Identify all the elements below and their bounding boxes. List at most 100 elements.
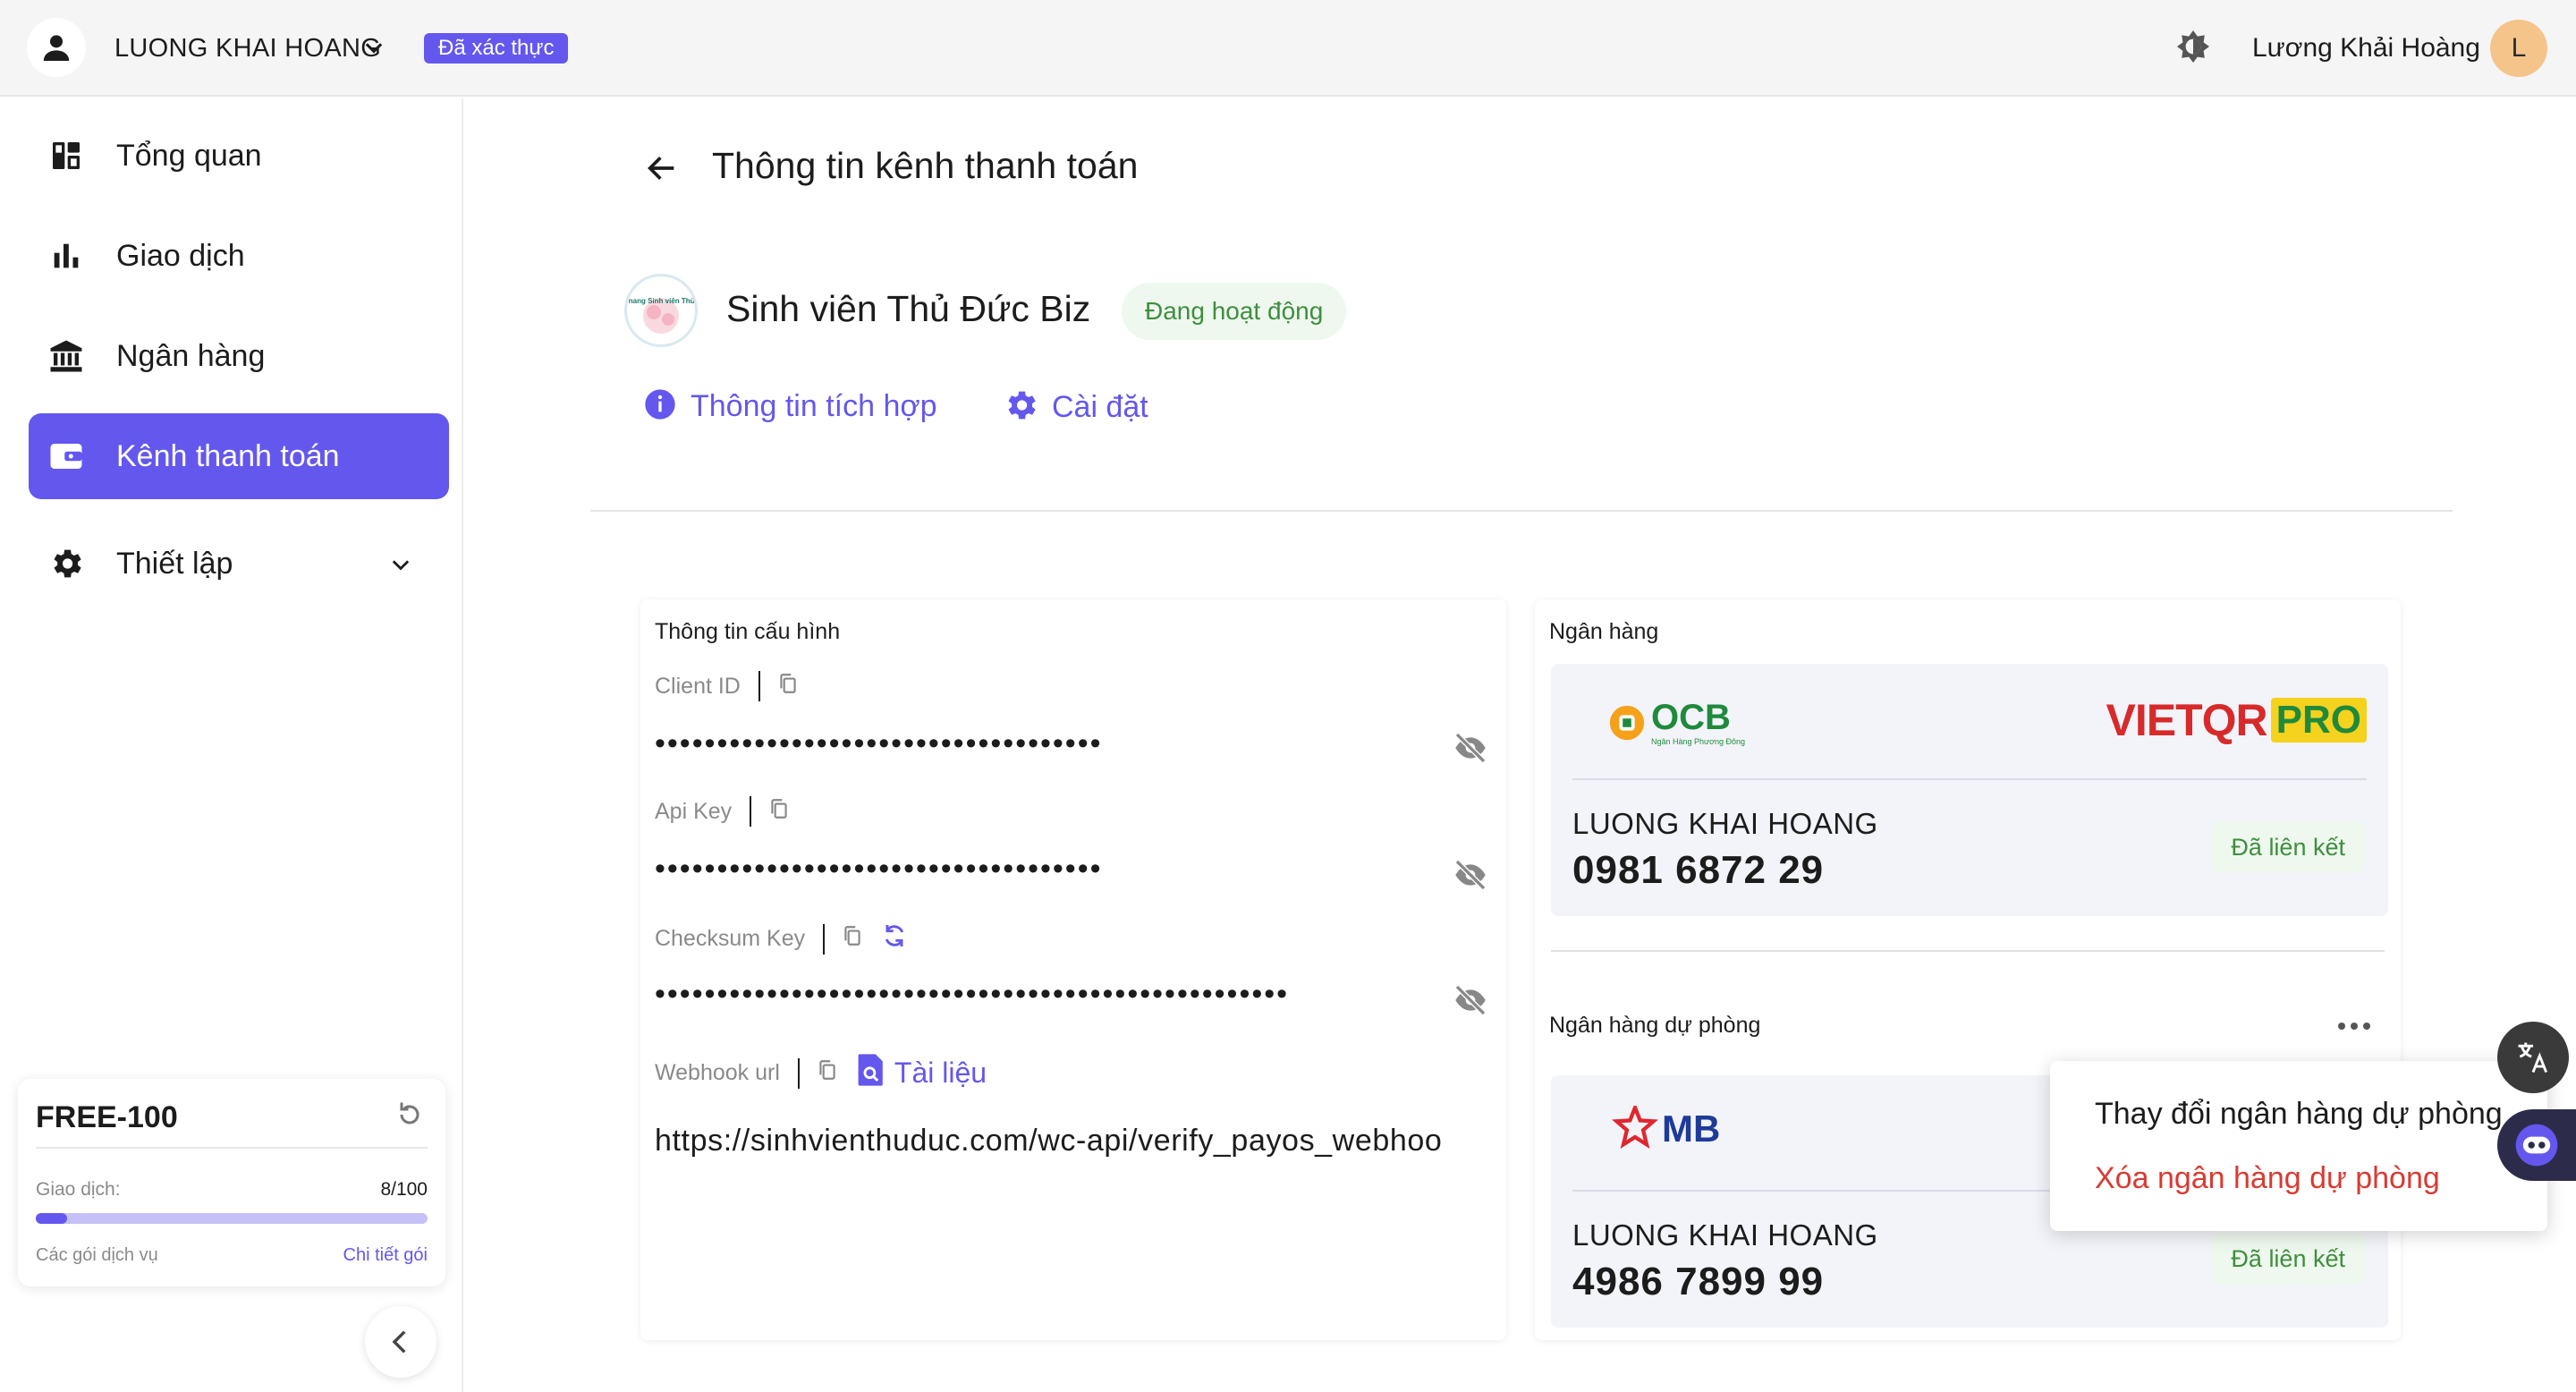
- sidebar-item-transactions[interactable]: Giao dịch: [29, 213, 449, 299]
- mb-logo-text: MB: [1662, 1108, 1721, 1150]
- checksum-value[interactable]: ••••••••••••••••••••••••••••••••••••••••…: [655, 977, 1289, 1012]
- separator: [758, 671, 760, 701]
- separator: [750, 796, 752, 827]
- gear-icon: [47, 544, 86, 583]
- linked-badge: Đã liên kết: [2211, 1233, 2365, 1285]
- plan-details-link[interactable]: Chi tiết gói: [343, 1245, 428, 1266]
- webhook-url-value[interactable]: https://sinhvienthuduc.com/wc-api/verify…: [655, 1124, 1442, 1159]
- chevron-down-icon[interactable]: [388, 553, 413, 582]
- copy-icon[interactable]: [816, 1058, 839, 1088]
- top-bar: LUONG KHAI HOANG Đã xác thực Lương Khải …: [0, 0, 2576, 97]
- eye-off-icon[interactable]: [1449, 857, 1492, 897]
- separator: [797, 1057, 800, 1089]
- ocb-logo-subtitle: Ngân Hàng Phương Đông: [1651, 737, 1745, 746]
- sidebar-item-payment-channels[interactable]: Kênh thanh toán: [29, 413, 449, 499]
- pro-logo-text: PRO: [2270, 698, 2367, 743]
- client-id-label-row: Client ID: [655, 671, 800, 701]
- verified-badge: Đã xác thực: [424, 33, 569, 64]
- account-number: 0981 6872 29: [1572, 848, 1825, 892]
- change-backup-bank-menu-item[interactable]: Thay đổi ngân hàng dự phòng: [2095, 1097, 2503, 1132]
- docs-link-label: Tài liệu: [894, 1057, 987, 1089]
- sidebar-item-overview[interactable]: Tổng quan: [29, 113, 449, 199]
- more-options-icon[interactable]: [2336, 1020, 2372, 1037]
- vietqr-logo-text: VIETQR: [2106, 695, 2268, 745]
- regenerate-icon[interactable]: [880, 921, 909, 956]
- sidebar-item-banks[interactable]: Ngân hàng: [29, 313, 449, 399]
- wallet-icon: [47, 437, 86, 476]
- user-icon[interactable]: [27, 18, 86, 77]
- field-label: Checksum Key: [655, 926, 806, 951]
- config-heading: Thông tin cấu hình: [655, 619, 841, 644]
- translate-button[interactable]: [2497, 1022, 2569, 1093]
- services-label: Các gói dịch vụ: [36, 1245, 158, 1265]
- backup-bank-menu: Thay đổi ngân hàng dự phòng Xóa ngân hàn…: [2050, 1061, 2547, 1231]
- delete-backup-bank-menu-item[interactable]: Xóa ngân hàng dự phòng: [2095, 1161, 2440, 1196]
- user-full-name[interactable]: Lương Khải Hoàng: [2252, 33, 2480, 64]
- collapse-sidebar-button[interactable]: [365, 1306, 436, 1378]
- field-label: Client ID: [655, 673, 741, 699]
- info-icon: [642, 386, 678, 427]
- transactions-label: Giao dịch:: [36, 1179, 121, 1200]
- copy-icon[interactable]: [767, 797, 791, 827]
- sidebar-item-settings[interactable]: Thiết lập: [29, 521, 449, 607]
- primary-bank-box: OCB Ngân Hàng Phương Đông VIETQR PRO LUO…: [1551, 664, 2388, 916]
- field-label: Webhook url: [655, 1060, 780, 1085]
- refresh-icon[interactable]: [394, 1099, 426, 1135]
- chatbot-button[interactable]: [2497, 1109, 2576, 1181]
- account-name: LUONG KHAI HOANG: [1572, 1218, 1878, 1252]
- channel-logo-text: Cẩm nang Sinh viên Thủ Đức: [627, 297, 695, 305]
- chevron-down-icon[interactable]: [361, 36, 386, 65]
- avatar[interactable]: L: [2490, 20, 2547, 77]
- linked-badge: Đã liên kết: [2211, 821, 2365, 873]
- page-title: Thông tin kênh thanh toán: [712, 145, 1139, 186]
- tab-label: Cài đặt: [1052, 390, 1148, 424]
- back-arrow-icon[interactable]: [642, 150, 682, 191]
- sidebar-item-label: Giao dịch: [116, 238, 245, 273]
- dashboard-icon: [47, 136, 86, 175]
- field-label: Api Key: [655, 798, 733, 824]
- bar-chart-icon: [47, 236, 86, 276]
- separator: [823, 923, 826, 955]
- client-id-value[interactable]: ••••••••••••••••••••••••••••••••••••: [655, 726, 1103, 761]
- tab-label: Thông tin tích hợp: [691, 389, 937, 423]
- copy-icon[interactable]: [841, 924, 864, 954]
- eye-off-icon[interactable]: [1449, 982, 1492, 1023]
- usage-progress-bar: [36, 1213, 428, 1224]
- sidebar-item-label: Tổng quan: [116, 138, 262, 173]
- sidebar-item-label: Kênh thanh toán: [116, 438, 340, 473]
- divider: [1572, 778, 2367, 780]
- document-search-icon: [857, 1052, 886, 1094]
- divider: [590, 510, 2453, 512]
- account-name: LUONG KHAI HOANG: [1572, 807, 1878, 840]
- backup-bank-heading: Ngân hàng dự phòng: [1549, 1013, 1761, 1038]
- tab-settings[interactable]: Cài đặt: [1002, 386, 1148, 429]
- plan-card: FREE-100 Giao dịch: 8/100 Các gói dịch v…: [18, 1079, 445, 1286]
- translate-icon: [2518, 1042, 2548, 1074]
- chatbot-icon: [2515, 1124, 2558, 1167]
- api-key-label-row: Api Key: [655, 796, 791, 827]
- api-key-value[interactable]: ••••••••••••••••••••••••••••••••••••: [655, 852, 1103, 887]
- sidebar-item-label: Thiết lập: [116, 546, 233, 581]
- divider: [1551, 950, 2385, 952]
- eye-off-icon[interactable]: [1449, 730, 1492, 770]
- theme-toggle-icon[interactable]: [2172, 27, 2215, 74]
- tab-integration-info[interactable]: Thông tin tích hợp: [642, 386, 937, 427]
- divider: [36, 1147, 428, 1149]
- plan-name: FREE-100: [36, 1100, 178, 1134]
- channel-name: Sinh viên Thủ Đức Biz: [726, 288, 1091, 329]
- transactions-count: 8/100: [380, 1179, 428, 1200]
- account-name[interactable]: LUONG KHAI HOANG: [114, 34, 381, 64]
- account-number: 4986 7899 99: [1572, 1260, 1825, 1303]
- bank-heading: Ngân hàng: [1549, 619, 1659, 644]
- channel-logo: Cẩm nang Sinh viên Thủ Đức: [624, 274, 698, 347]
- sidebar-item-label: Ngân hàng: [116, 338, 266, 373]
- vietqr-pro-logo: VIETQR PRO: [2106, 694, 2367, 746]
- chevron-left-icon: [392, 1330, 406, 1354]
- bank-icon: [47, 336, 86, 376]
- checksum-label-row: Checksum Key: [655, 921, 909, 956]
- webhook-label-row: Webhook url Tài liệu: [655, 1052, 987, 1094]
- config-card: Thông tin cấu hình Client ID •••••••••••…: [640, 599, 1506, 1340]
- docs-link[interactable]: Tài liệu: [857, 1052, 987, 1094]
- sidebar: Tổng quan Giao dịch Ngân hàng Kênh thanh…: [0, 98, 463, 1392]
- copy-icon[interactable]: [776, 672, 800, 701]
